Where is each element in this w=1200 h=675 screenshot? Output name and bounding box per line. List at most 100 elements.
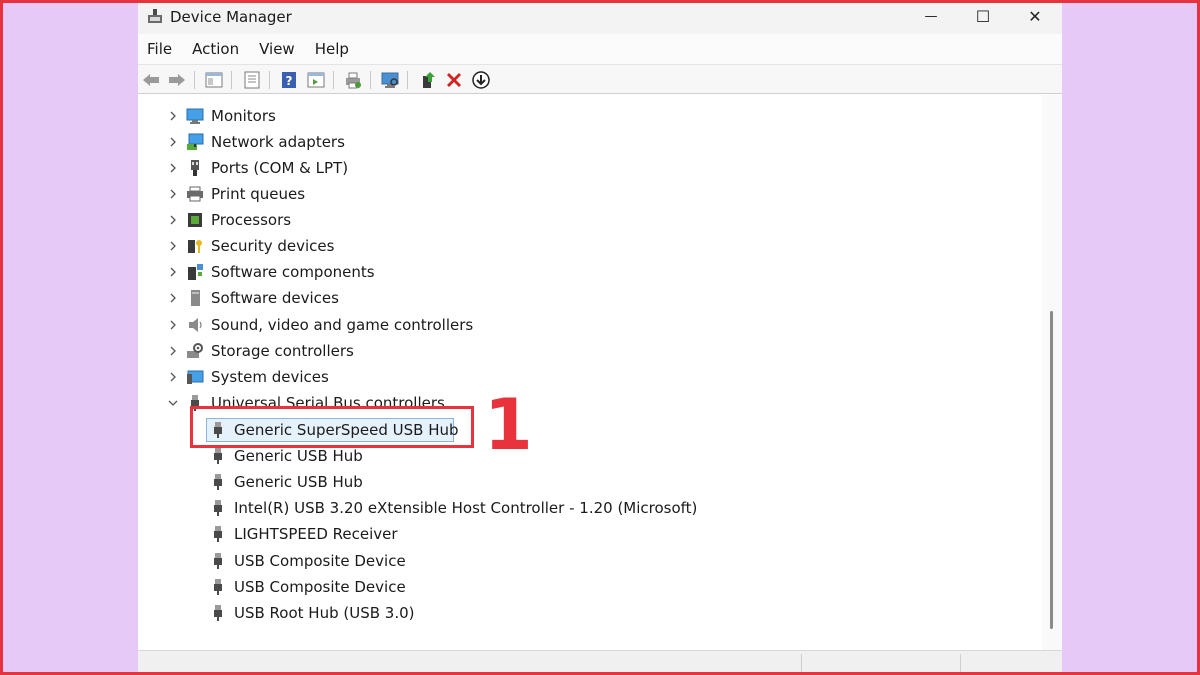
tree-item-software-components[interactable]: Software components xyxy=(138,260,538,284)
properties-icon[interactable] xyxy=(242,70,262,90)
vertical-scrollbar[interactable] xyxy=(1042,95,1062,650)
toolbar-separator xyxy=(333,71,334,89)
tree-item-print-queues[interactable]: Print queues xyxy=(138,182,538,206)
tree-item-software-devices[interactable]: Software devices xyxy=(138,286,538,310)
status-bar xyxy=(138,650,1062,675)
usb-device-composite[interactable]: USB Composite Device xyxy=(138,549,738,573)
title-bar[interactable]: Device Manager — ☐ ✕ xyxy=(138,0,1062,34)
close-button[interactable]: ✕ xyxy=(1012,0,1058,32)
usb-device-root-hub[interactable]: USB Root Hub (USB 3.0) xyxy=(138,601,738,625)
usb-icon xyxy=(214,526,222,542)
menu-file[interactable]: File xyxy=(147,40,172,58)
chevron-right-icon[interactable] xyxy=(168,241,178,251)
tree-item-label: Sound, video and game controllers xyxy=(211,316,474,334)
tree-item-monitors[interactable]: Monitors xyxy=(138,104,538,128)
annotation-highlight-box xyxy=(190,406,474,448)
maximize-button[interactable]: ☐ xyxy=(960,0,1006,32)
tree-item-label: USB Root Hub (USB 3.0) xyxy=(234,604,415,622)
toolbar-separator xyxy=(370,71,371,89)
tree-item-label: Generic USB Hub xyxy=(234,473,363,491)
tree-item-system-devices[interactable]: System devices xyxy=(138,365,538,389)
annotation-step-number: 1 xyxy=(484,384,533,466)
toolbar-separator xyxy=(194,71,195,89)
chevron-right-icon[interactable] xyxy=(168,189,178,199)
tree-item-network-adapters[interactable]: Network adapters xyxy=(138,130,538,154)
chevron-right-icon[interactable] xyxy=(168,346,178,356)
tree-item-label: System devices xyxy=(211,368,329,386)
tree-item-label: Software devices xyxy=(211,289,339,307)
usb-icon xyxy=(214,553,222,569)
tree-item-label: Security devices xyxy=(211,237,335,255)
chevron-right-icon[interactable] xyxy=(168,111,178,121)
tree-item-ports[interactable]: Ports (COM & LPT) xyxy=(138,156,538,180)
scrollbar-thumb[interactable] xyxy=(1050,311,1053,629)
tree-item-label: USB Composite Device xyxy=(234,552,406,570)
menu-view[interactable]: View xyxy=(259,40,295,58)
chevron-right-icon[interactable] xyxy=(168,163,178,173)
maximize-icon: ☐ xyxy=(975,6,991,26)
usb-icon xyxy=(214,579,222,595)
speaker-icon xyxy=(189,318,202,332)
chevron-down-icon[interactable] xyxy=(168,398,178,408)
tree-item-storage-controllers[interactable]: Storage controllers xyxy=(138,339,538,363)
usb-icon xyxy=(214,500,222,516)
storage-controller-icon xyxy=(187,343,203,358)
back-arrow-icon[interactable] xyxy=(141,70,161,90)
tree-item-label: Storage controllers xyxy=(211,342,354,360)
show-hide-tree-icon[interactable] xyxy=(204,70,224,90)
usb-device-intel-host-controller[interactable]: Intel(R) USB 3.20 eXtensible Host Contro… xyxy=(138,496,838,520)
window-title: Device Manager xyxy=(170,8,292,26)
download-icon[interactable] xyxy=(471,70,491,90)
tree-item-label: Network adapters xyxy=(211,133,345,151)
port-icon xyxy=(191,160,199,176)
close-icon: ✕ xyxy=(1028,6,1042,26)
usb-icon xyxy=(214,474,222,490)
tree-item-security-devices[interactable]: Security devices xyxy=(138,234,538,258)
usb-device-composite[interactable]: USB Composite Device xyxy=(138,575,738,599)
toolbar-separator xyxy=(231,71,232,89)
chevron-right-icon[interactable] xyxy=(168,372,178,382)
chevron-right-icon[interactable] xyxy=(168,137,178,147)
usb-icon xyxy=(214,605,222,621)
tree-item-label: Print queues xyxy=(211,185,306,203)
security-device-icon xyxy=(188,240,202,253)
toolbar-separator xyxy=(407,71,408,89)
tree-item-label: LIGHTSPEED Receiver xyxy=(234,525,398,543)
monitor-icon xyxy=(186,108,204,124)
tree-item-label: Intel(R) USB 3.20 eXtensible Host Contro… xyxy=(234,499,698,517)
tree-item-label: USB Composite Device xyxy=(234,578,406,596)
help-icon[interactable]: ? xyxy=(279,70,299,90)
usb-device-generic-hub[interactable]: Generic USB Hub xyxy=(138,470,738,494)
tree-item-label: Software components xyxy=(211,263,375,281)
status-separator xyxy=(960,654,961,673)
chevron-right-icon[interactable] xyxy=(168,320,178,330)
uninstall-icon[interactable] xyxy=(444,70,464,90)
menu-action[interactable]: Action xyxy=(192,40,239,58)
svg-text:?: ? xyxy=(286,74,293,88)
tree-item-sound-video-game[interactable]: Sound, video and game controllers xyxy=(138,313,538,337)
network-adapter-icon xyxy=(187,133,204,150)
system-device-icon xyxy=(187,370,204,384)
toolbar-separator xyxy=(269,71,270,89)
chevron-right-icon[interactable] xyxy=(168,267,178,277)
update-driver-icon[interactable] xyxy=(418,70,438,90)
chevron-right-icon[interactable] xyxy=(168,215,178,225)
usb-device-lightspeed-receiver[interactable]: LIGHTSPEED Receiver xyxy=(138,522,738,546)
menu-help[interactable]: Help xyxy=(315,40,349,58)
print-icon[interactable] xyxy=(343,70,363,90)
software-component-icon xyxy=(188,264,203,280)
tree-item-label: Generic USB Hub xyxy=(234,447,363,465)
scan-hardware-icon[interactable] xyxy=(380,70,400,90)
view-icon[interactable] xyxy=(306,70,326,90)
chevron-right-icon[interactable] xyxy=(168,293,178,303)
device-manager-app-icon xyxy=(148,9,162,23)
menu-bar: File Action View Help xyxy=(138,34,1062,64)
usb-icon xyxy=(214,448,222,464)
minimize-button[interactable]: — xyxy=(908,0,954,32)
tree-item-processors[interactable]: Processors xyxy=(138,208,538,232)
toolbar: ? xyxy=(138,64,1062,94)
forward-arrow-icon[interactable] xyxy=(167,70,187,90)
device-manager-window: Device Manager — ☐ ✕ File Action View He… xyxy=(138,0,1062,675)
minimize-icon: — xyxy=(924,8,938,24)
tree-item-label: Processors xyxy=(211,211,292,229)
